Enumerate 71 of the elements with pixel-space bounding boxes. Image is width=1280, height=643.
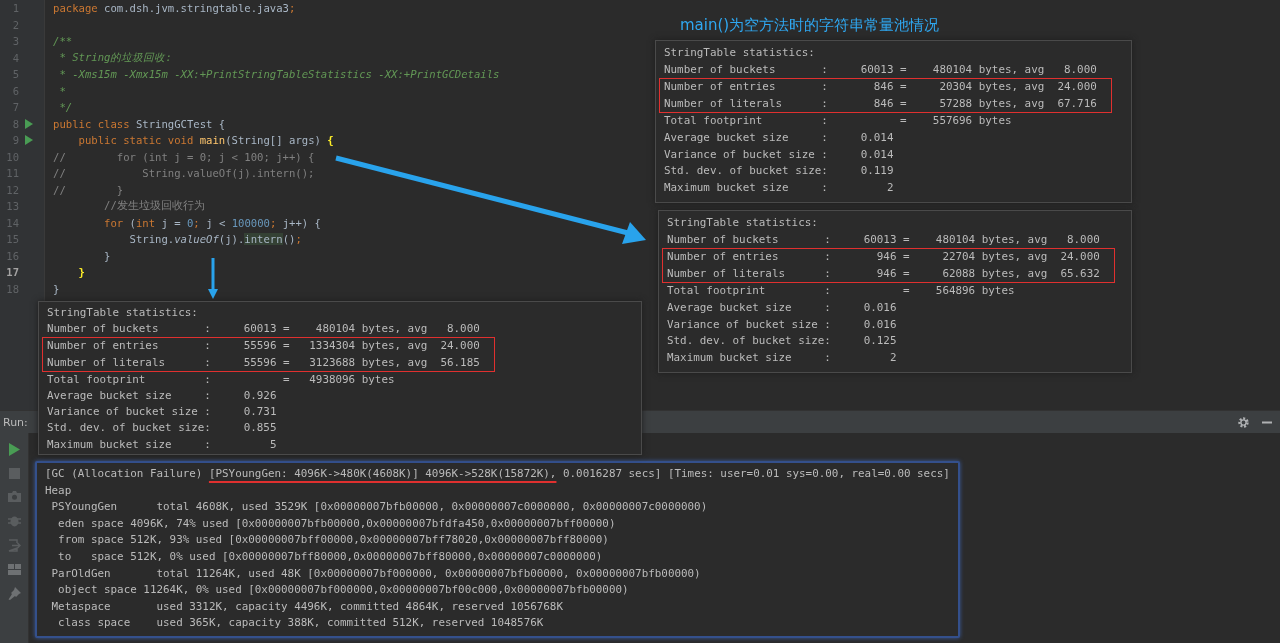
annotation-heading: main()为空方法时的字符串常量池情况	[680, 16, 940, 35]
statistics-line: Average bucket size : 0.926	[47, 388, 278, 404]
console-text: 0.0016287 secs] [Times: user=0.01 sys=0.00, real=0.00 secs]	[562, 467, 950, 480]
code-line: }	[77, 266, 85, 279]
statistics-line: Total footprint : = 564896 bytes	[667, 283, 1016, 300]
statistics-line: Number of literals : 846 = 57288 bytes, avg 67.716	[664, 95, 1097, 112]
statistics-line: Std. dev. of bucket size: 0.855	[47, 420, 278, 437]
code-line: // for (int j = 0; j < 100; j++) {	[53, 150, 315, 163]
statistics-line: Average bucket size : 0.016	[667, 299, 898, 316]
console-line: ParOldGen total 11264K, used 48K [0x00000007bf000000, 0x00000007bfb00000, 0x00000007bfb00000)	[50, 565, 702, 582]
statistics-line: Maximum bucket size : 2	[664, 179, 895, 196]
code-line: package com.dsh.jvm.stringtable.java3;	[53, 2, 296, 15]
statistics-line: Number of buckets : 60013 = 480104 bytes, avg 8.000	[667, 231, 1101, 248]
statistics-line: Std. dev. of bucket size: 0.119	[664, 163, 895, 180]
bug-icon[interactable]	[7, 514, 21, 527]
camera-icon[interactable]	[7, 491, 21, 502]
run-icon[interactable]	[8, 443, 20, 456]
console-line: PSYoungGen total 4608K, used 3529K [0x00000007bfb00000, 0x00000007c0000000, 0x00000007c0000000)	[50, 499, 709, 516]
statistics-line: Number of literals : 55596 = 3123688 bytes, avg 56.185	[47, 354, 480, 371]
exit-icon[interactable]	[7, 539, 21, 552]
statistics-line: StringTable statistics:	[47, 305, 199, 321]
statistics-line: Total footprint : = 557696 bytes	[664, 113, 1013, 130]
statistics-line: Average bucket size : 0.014	[664, 129, 895, 146]
statistics-line: Number of literals : 946 = 62088 bytes, avg 65.632	[667, 265, 1100, 282]
console-line: class space used 365K, capacity 388K, committed 512K, reserved 1048576K	[57, 615, 545, 632]
code-line: //发生垃圾回收行为	[103, 199, 205, 214]
code-line: * String的垃圾回收:	[58, 50, 172, 65]
minimize-icon[interactable]	[1262, 420, 1272, 424]
console-text: [GC (Allocation Failure)	[45, 467, 204, 480]
statistics-line: Maximum bucket size : 2	[667, 349, 898, 366]
code-line: for (int j = 0; j < 100000; j++) {	[103, 216, 321, 229]
statistics-line: Variance of bucket size : 0.016	[667, 316, 898, 333]
console-line: object space 11264K, 0% used [0x00000007bf000000,0x00000007bf00c000,0x00000007bfb00000)	[57, 582, 630, 599]
run-gutter-icon[interactable]	[25, 118, 33, 129]
code-line: // }	[53, 183, 124, 196]
statistics-line: Number of entries : 946 = 22704 bytes, avg 24.000	[667, 249, 1100, 266]
console-line: Heap	[45, 482, 73, 499]
console-line: from space 512K, 93% used [0x00000007bff00000,0x00000007bff78020,0x00000007bff80000)	[57, 532, 610, 549]
statistics-line: StringTable statistics:	[667, 215, 819, 231]
arrow	[208, 258, 218, 299]
code-line: *	[58, 84, 66, 97]
layout-icon[interactable]	[7, 564, 21, 575]
run-label: Run:	[3, 415, 28, 429]
code-line: /**	[53, 35, 73, 48]
run-gutter-icon[interactable]	[25, 135, 33, 146]
code-line: }	[103, 249, 111, 262]
console-line: to space 512K, 0% used [0x00000007bff80000,0x00000007bff80000,0x00000007c0000000)	[57, 548, 604, 565]
console-line: eden space 4096K, 74% used [0x00000007bfb00000,0x00000007bfdfa450,0x00000007bff00000)	[57, 515, 617, 532]
code-line: String.valueOf(j).intern();	[128, 233, 302, 246]
code-line: */	[58, 101, 73, 114]
statistics-line: Number of buckets : 60013 = 480104 bytes, avg 8.000	[664, 61, 1098, 78]
statistics-line: Number of buckets : 60013 = 480104 bytes, avg 8.000	[47, 321, 481, 338]
code-line: public static void main(String[] args) {	[77, 134, 334, 147]
statistics-line: Number of entries : 55596 = 1334304 bytes, avg 24.000	[47, 338, 480, 355]
pin-icon[interactable]	[7, 587, 21, 600]
code-line: public class StringGCTest {	[53, 117, 226, 130]
console-line: Metaspace used 3312K, capacity 4496K, committed 4864K, reserved 1056768K	[50, 598, 564, 615]
statistics-line: Number of entries : 846 = 20304 bytes, avg 24.000	[664, 79, 1097, 96]
statistics-line: Total footprint : = 4938096 bytes	[47, 371, 396, 388]
code-line: }	[53, 282, 60, 295]
code-line: * -Xms15m -Xmx15m -XX:+PrintStringTableStatistics -XX:+PrintGCDetails	[58, 68, 500, 81]
underlined-text: [PSYoungGen: 4096K->480K(4608K)] 4096K->528K(15872K),	[208, 467, 557, 480]
statistics-line: Std. dev. of bucket size: 0.125	[667, 333, 898, 350]
stop-icon[interactable]	[8, 468, 20, 479]
code-line: // String.valueOf(j).intern();	[53, 167, 315, 180]
statistics-line: Maximum bucket size : 5	[47, 436, 278, 453]
settings-icon[interactable]	[1237, 415, 1250, 429]
statistics-line: StringTable statistics:	[664, 45, 816, 61]
statistics-line: Variance of bucket size : 0.014	[664, 146, 895, 163]
line-number: 17	[5, 266, 19, 279]
statistics-line: Variance of bucket size : 0.731	[47, 404, 278, 421]
